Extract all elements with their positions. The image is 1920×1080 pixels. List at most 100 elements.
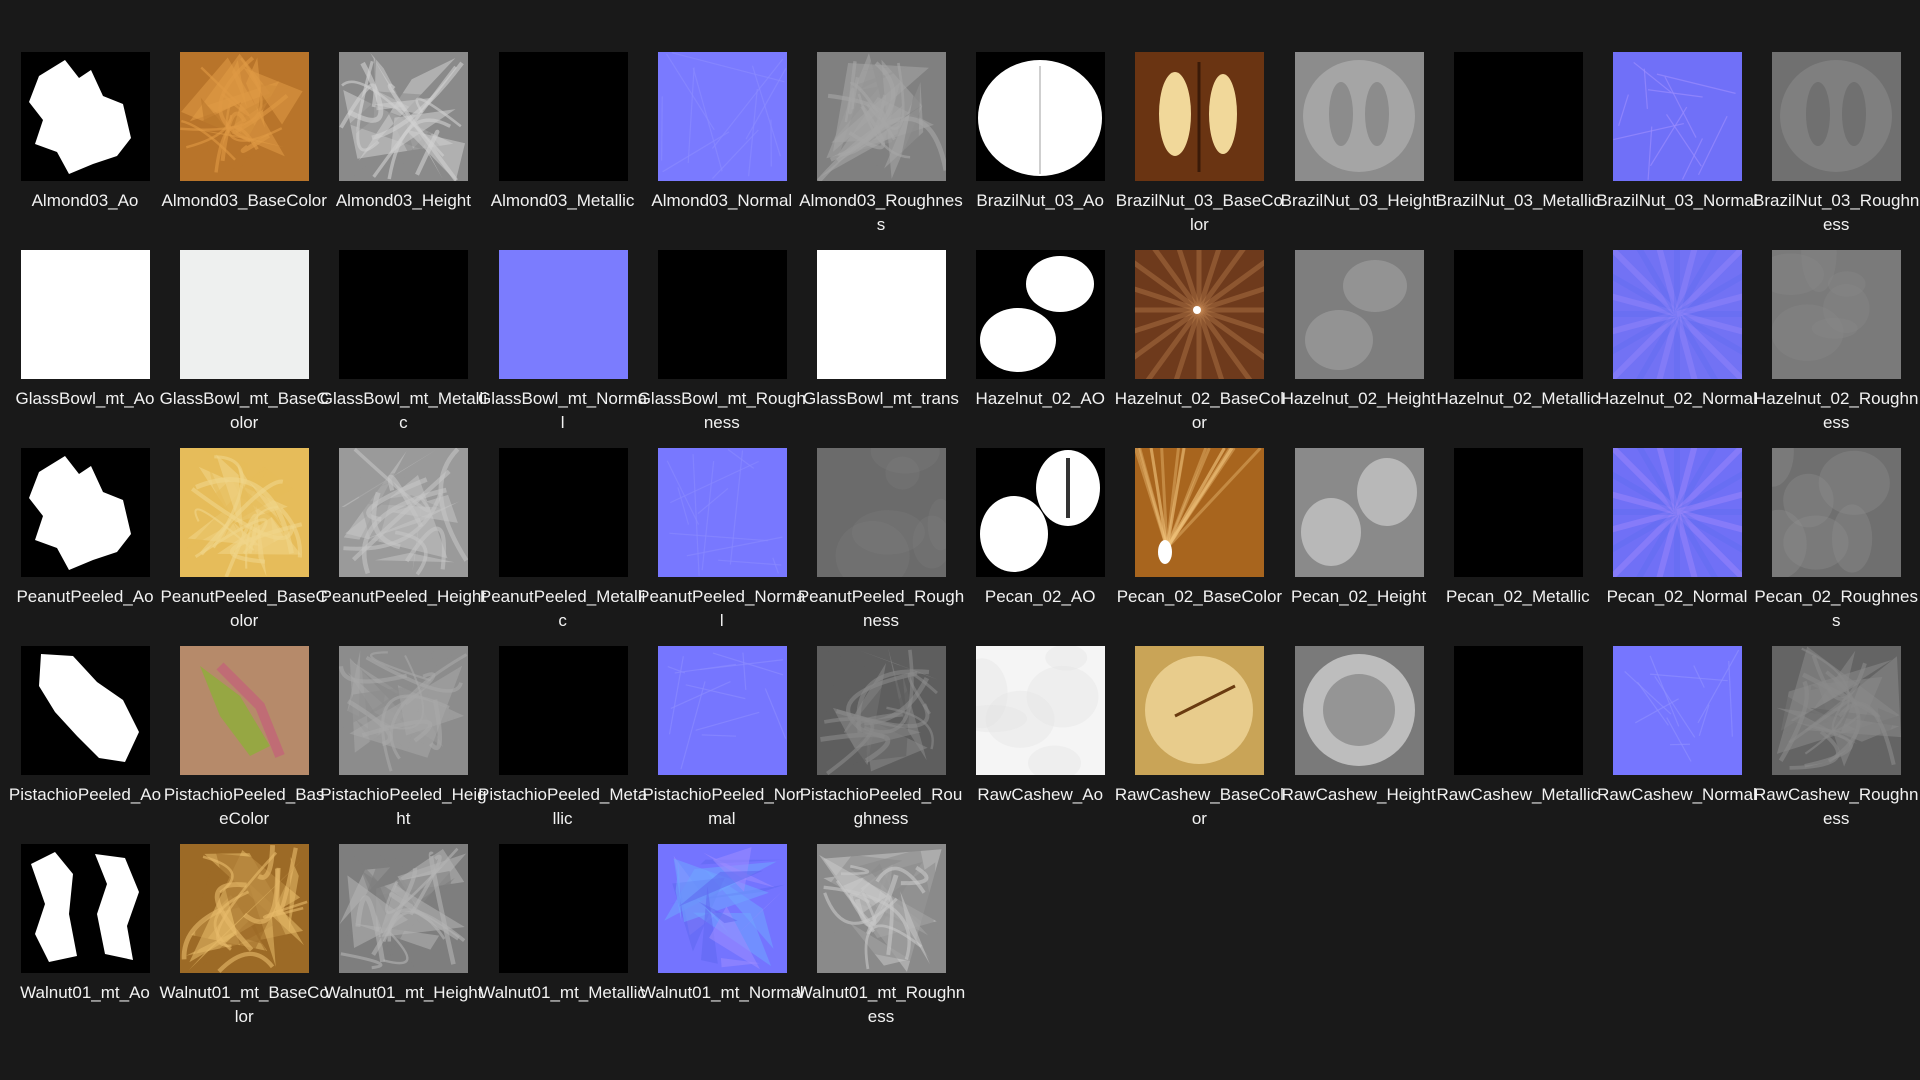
file-thumbnail[interactable] (21, 448, 150, 577)
file-thumbnail[interactable] (180, 646, 310, 775)
file-thumbnail[interactable] (817, 646, 946, 775)
file-thumbnail[interactable] (817, 250, 946, 379)
file-thumbnail[interactable] (1135, 646, 1265, 775)
file-tile[interactable]: PeanutPeeled_Metallic (478, 448, 645, 638)
file-tile[interactable]: PistachioPeeled_BaseColor (159, 646, 325, 836)
file-thumbnail[interactable] (976, 448, 1106, 577)
file-tile[interactable]: Almond03_Roughness (796, 52, 963, 242)
file-thumbnail[interactable] (1453, 448, 1583, 577)
file-thumbnail[interactable] (1135, 448, 1265, 577)
file-thumbnail[interactable] (657, 52, 787, 181)
file-tile[interactable]: PistachioPeeled_Roughness (796, 646, 962, 836)
file-tile[interactable]: Pecan_02_Height (1274, 448, 1426, 638)
file-thumbnail[interactable] (180, 448, 310, 577)
file-thumbnail[interactable] (1772, 646, 1902, 775)
file-tile[interactable]: PistachioPeeled_Height (318, 646, 487, 836)
file-tile[interactable]: GlassBowl_mt_BaseColor (159, 250, 329, 440)
file-thumbnail[interactable] (1613, 646, 1742, 775)
file-tile[interactable]: PeanutPeeled_Height (318, 448, 486, 638)
file-tile[interactable]: RawCashew_Normal (1592, 646, 1757, 836)
file-tile[interactable]: RawCashew_BaseColor (1114, 646, 1284, 836)
file-thumbnail[interactable] (498, 844, 628, 973)
file-thumbnail[interactable] (1294, 250, 1424, 379)
file-thumbnail[interactable] (339, 646, 469, 775)
file-tile[interactable]: GlassBowl_mt_Ao (0, 250, 154, 440)
file-tile[interactable]: BrazilNut_03_Height (1274, 52, 1437, 242)
file-tile[interactable]: Almond03_Normal (637, 52, 792, 242)
file-thumbnail[interactable] (817, 844, 946, 973)
file-thumbnail[interactable] (1772, 250, 1902, 379)
file-thumbnail[interactable] (657, 844, 787, 973)
file-tile[interactable]: Hazelnut_02_Height (1274, 250, 1436, 440)
file-tile[interactable]: BrazilNut_03_BaseColor (1114, 52, 1283, 242)
file-thumbnail[interactable] (1613, 448, 1742, 577)
file-tile[interactable]: Pecan_02_Metallic (1433, 448, 1590, 638)
file-thumbnail[interactable] (1135, 52, 1265, 181)
file-tile[interactable]: Walnut01_mt_BaseColor (159, 844, 329, 1034)
file-thumbnail[interactable] (339, 52, 469, 181)
file-thumbnail[interactable] (657, 250, 787, 379)
file-thumbnail[interactable] (1453, 250, 1583, 379)
file-tile[interactable]: GlassBowl_mt_Metallic (318, 250, 487, 440)
file-thumbnail[interactable] (498, 52, 628, 181)
file-thumbnail[interactable] (976, 52, 1106, 181)
file-tile[interactable]: BrazilNut_03_Ao (955, 52, 1106, 242)
file-tile[interactable]: Almond03_Ao (0, 52, 150, 242)
file-tile[interactable]: BrazilNut_03_Metallic (1433, 52, 1600, 242)
file-tile[interactable]: PistachioPeeled_Ao (0, 646, 161, 836)
file-thumbnail[interactable] (817, 52, 946, 181)
file-tile[interactable]: BrazilNut_03_Roughness (1751, 52, 1919, 242)
file-tile[interactable]: PeanutPeeled_Roughness (796, 448, 964, 638)
file-thumbnail[interactable] (1453, 52, 1583, 181)
file-thumbnail[interactable] (339, 448, 469, 577)
file-thumbnail[interactable] (817, 448, 946, 577)
file-thumbnail[interactable] (180, 52, 310, 181)
file-tile[interactable]: GlassBowl_mt_trans (796, 250, 959, 440)
file-thumbnail[interactable] (1135, 250, 1265, 379)
file-thumbnail[interactable] (1294, 646, 1424, 775)
file-tile[interactable]: Walnut01_mt_Metallic (478, 844, 646, 1034)
file-tile[interactable]: Pecan_02_Normal (1592, 448, 1747, 638)
file-tile[interactable]: PistachioPeeled_Normal (637, 646, 801, 836)
file-thumbnail[interactable] (339, 250, 469, 379)
file-thumbnail[interactable] (1772, 448, 1902, 577)
file-thumbnail[interactable] (657, 646, 787, 775)
file-tile[interactable]: Hazelnut_02_Metallic (1433, 250, 1599, 440)
file-thumbnail[interactable] (339, 844, 469, 973)
file-tile[interactable]: Hazelnut_02_BaseColor (1114, 250, 1284, 440)
file-tile[interactable]: PistachioPeeled_Metallic (478, 646, 647, 836)
file-tile[interactable]: Walnut01_mt_Height (318, 844, 482, 1034)
file-tile[interactable]: Hazelnut_02_AO (955, 250, 1106, 440)
file-tile[interactable]: PeanutPeeled_Normal (637, 448, 805, 638)
file-thumbnail[interactable] (21, 844, 150, 973)
file-tile[interactable]: Walnut01_mt_Normal (637, 844, 804, 1034)
file-tile[interactable]: RawCashew_Height (1274, 646, 1436, 836)
file-tile[interactable]: GlassBowl_mt_Normal (478, 250, 647, 440)
file-thumbnail[interactable] (21, 646, 150, 775)
file-tile[interactable]: RawCashew_Ao (955, 646, 1106, 836)
file-thumbnail[interactable] (498, 448, 628, 577)
file-tile[interactable]: Hazelnut_02_Normal (1592, 250, 1757, 440)
file-thumbnail[interactable] (21, 52, 150, 181)
file-thumbnail[interactable] (1772, 52, 1902, 181)
file-thumbnail[interactable] (1613, 250, 1742, 379)
file-tile[interactable]: GlassBowl_mt_Roughness (637, 250, 806, 440)
file-tile[interactable]: Walnut01_mt_Roughness (796, 844, 965, 1034)
file-tile[interactable]: Almond03_Height (318, 52, 471, 242)
file-thumbnail[interactable] (180, 250, 310, 379)
file-tile[interactable]: Walnut01_mt_Ao (0, 844, 150, 1034)
file-thumbnail[interactable] (498, 646, 628, 775)
file-tile[interactable]: Almond03_Metallic (478, 52, 634, 242)
file-thumbnail[interactable] (976, 250, 1106, 379)
file-thumbnail[interactable] (657, 448, 787, 577)
file-tile[interactable]: Pecan_02_Roughness (1751, 448, 1918, 638)
file-thumbnail[interactable] (976, 646, 1106, 775)
file-tile[interactable]: RawCashew_Roughness (1751, 646, 1918, 836)
file-tile[interactable]: Pecan_02_BaseColor (1114, 448, 1282, 638)
file-tile[interactable]: Hazelnut_02_Roughness (1751, 250, 1918, 440)
file-thumbnail[interactable] (498, 250, 628, 379)
file-thumbnail[interactable] (180, 844, 310, 973)
file-tile[interactable]: Almond03_BaseColor (159, 52, 327, 242)
file-tile[interactable]: RawCashew_Metallic (1433, 646, 1599, 836)
file-thumbnail[interactable] (21, 250, 150, 379)
